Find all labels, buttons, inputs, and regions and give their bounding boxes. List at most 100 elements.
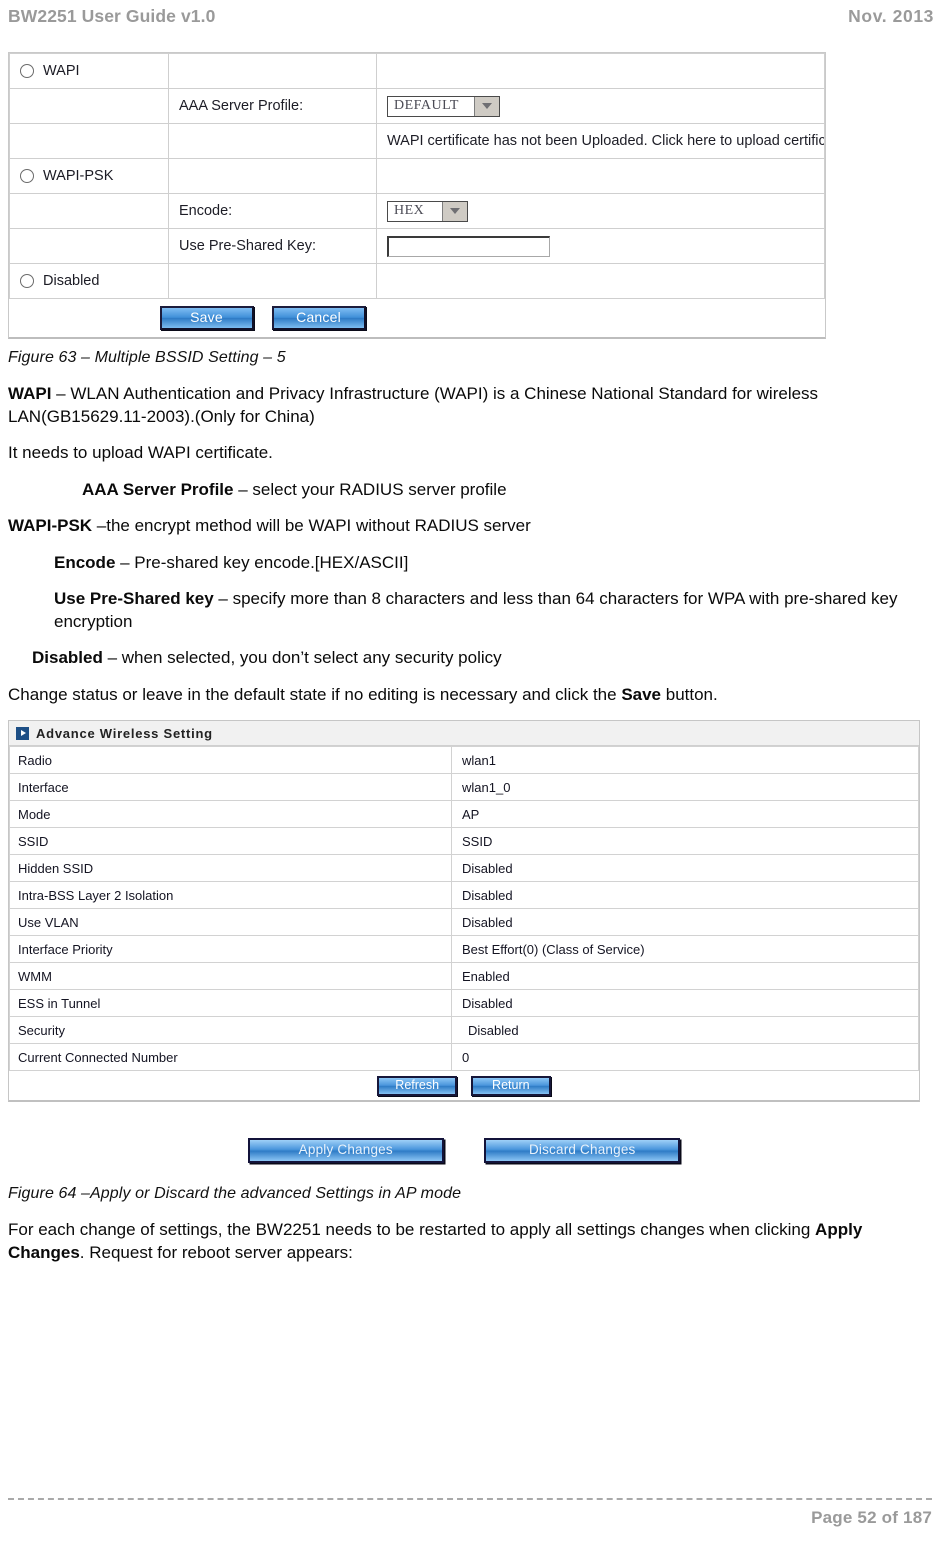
row-key-interface: Interface (9, 773, 452, 801)
term-disabled: Disabled (32, 648, 103, 667)
footer-divider (8, 1498, 932, 1500)
table-row: Mode AP (9, 800, 919, 828)
row-value-intra-bss-isolation: Disabled (451, 881, 919, 909)
closing-post: . Request for reboot server appears: (79, 1242, 353, 1262)
table-row: ESS in Tunnel Disabled (9, 989, 919, 1017)
paragraph-change-status: Change status or leave in the default st… (8, 684, 920, 707)
term-wapi-psk: WAPI-PSK (8, 516, 93, 535)
paragraph-aaa-server-profile: AAA Server Profile – select your RADIUS … (82, 479, 934, 502)
row-key-wmm: WMM (9, 962, 452, 990)
row-key-current-connected-number: Current Connected Number (9, 1043, 452, 1071)
empty-cell (168, 263, 377, 299)
paragraph-pre-shared-key: Use Pre-Shared key – specify more than 8… (54, 588, 934, 633)
apply-discard-button-row: Apply Changes Discard Changes (8, 1138, 920, 1163)
empty-cell (9, 193, 169, 229)
document-date: Nov. 2013 (848, 6, 934, 26)
row-value-current-connected-number: 0 (451, 1043, 919, 1071)
cancel-button[interactable]: Cancel (271, 306, 366, 330)
page-number: Page 52 of 187 (811, 1508, 932, 1527)
row-key-interface-priority: Interface Priority (9, 935, 452, 963)
paragraph-disabled: Disabled – when selected, you don’t sele… (32, 647, 934, 670)
row-value-use-vlan: Disabled (451, 908, 919, 936)
paragraph-wapi-definition: WAPI – WLAN Authentication and Privacy I… (8, 383, 920, 428)
table-row: WMM Enabled (9, 962, 919, 990)
advance-wireless-panel-header: Advance Wireless Setting (9, 721, 919, 746)
row-value-hidden-ssid: Disabled (451, 854, 919, 882)
table-row: Encode: HEX (9, 193, 825, 229)
advance-wireless-button-row: Refresh Return (9, 1070, 919, 1100)
encode-value: HEX (394, 203, 425, 218)
desc-encode: – Pre-shared key encode.[HEX/ASCII] (115, 552, 409, 572)
aaa-server-profile-label: AAA Server Profile: (168, 88, 377, 124)
row-value-wmm: Enabled (451, 962, 919, 990)
table-row: Save Cancel (9, 298, 825, 337)
change-status-save: Save (621, 684, 662, 704)
arrow-right-icon (16, 726, 29, 740)
table-row: Refresh Return (9, 1070, 919, 1100)
discard-changes-button[interactable]: Discard Changes (484, 1138, 681, 1163)
encode-cell: HEX (376, 193, 825, 229)
row-value-radio: wlan1 (451, 746, 919, 774)
chevron-down-icon[interactable] (442, 201, 467, 221)
table-row: Interface Priority Best Effort(0) (Class… (9, 935, 919, 963)
row-value-ess-in-tunnel: Disabled (451, 989, 919, 1017)
table-row: Current Connected Number 0 (9, 1043, 919, 1071)
table-row: WAPI-PSK (9, 158, 825, 194)
row-key-use-vlan: Use VLAN (9, 908, 452, 936)
table-row: WAPI certificate has not been Uploaded. … (9, 123, 825, 159)
aaa-server-profile-value: DEFAULT (394, 98, 459, 113)
return-button[interactable]: Return (470, 1075, 551, 1096)
wapi-settings-screenshot: WAPI AAA Server Profile: DEFAULT WAPI ce… (8, 52, 826, 339)
term-wapi: WAPI (8, 384, 52, 403)
document-title: BW2251 User Guide v1.0 (8, 6, 216, 26)
row-key-ess-in-tunnel: ESS in Tunnel (9, 989, 452, 1017)
save-button[interactable]: Save (159, 306, 254, 330)
empty-cell (376, 263, 825, 299)
radio-button-disabled-icon[interactable] (20, 274, 34, 288)
row-key-hidden-ssid: Hidden SSID (9, 854, 452, 882)
empty-cell (376, 158, 825, 194)
encode-select[interactable]: HEX (387, 200, 468, 222)
wapi-radio-cell[interactable]: WAPI (9, 53, 169, 89)
table-row: Hidden SSID Disabled (9, 854, 919, 882)
row-value-mode: AP (451, 800, 919, 828)
table-row: Use VLAN Disabled (9, 908, 919, 936)
table-row: Disabled (9, 263, 825, 299)
paragraph-wapi-psk: WAPI-PSK –the encrypt method will be WAP… (8, 515, 920, 538)
empty-cell (9, 228, 169, 264)
radio-label-wapi: WAPI (43, 63, 80, 79)
chevron-down-icon[interactable] (474, 96, 499, 116)
advance-wireless-panel-title: Advance Wireless Setting (36, 725, 213, 741)
desc-wapi: – WLAN Authentication and Privacy Infras… (8, 384, 819, 426)
wapi-settings-table: WAPI AAA Server Profile: DEFAULT WAPI ce… (9, 53, 825, 337)
figure-64-caption: Figure 64 –Apply or Discard the advanced… (8, 1185, 462, 1202)
radio-button-wapi-psk-icon[interactable] (20, 169, 34, 183)
row-key-mode: Mode (9, 800, 452, 828)
row-value-interface-priority: Best Effort(0) (Class of Service) (451, 935, 919, 963)
empty-cell (168, 123, 377, 159)
aaa-server-profile-select[interactable]: DEFAULT (387, 95, 500, 117)
row-key-ssid: SSID (9, 827, 452, 855)
table-row: Use Pre-Shared Key: (9, 228, 825, 264)
radio-button-wapi-icon[interactable] (20, 64, 34, 78)
apply-changes-button[interactable]: Apply Changes (247, 1138, 444, 1163)
radio-label-wapi-psk: WAPI-PSK (43, 168, 114, 184)
pre-shared-key-cell (376, 228, 825, 264)
figure-63-caption: Figure 63 – Multiple BSSID Setting – 5 (8, 349, 286, 366)
row-value-interface: wlan1_0 (451, 773, 919, 801)
row-key-intra-bss-isolation: Intra-BSS Layer 2 Isolation (9, 881, 452, 909)
empty-cell (9, 123, 169, 159)
wapi-certificate-notice[interactable]: WAPI certificate has not been Uploaded. … (376, 123, 825, 159)
disabled-radio-cell[interactable]: Disabled (9, 263, 169, 299)
radio-label-disabled: Disabled (43, 273, 100, 289)
refresh-button[interactable]: Refresh (377, 1075, 458, 1096)
term-encode: Encode (54, 552, 116, 572)
pre-shared-key-label: Use Pre-Shared Key: (168, 228, 377, 264)
wapi-psk-radio-cell[interactable]: WAPI-PSK (9, 158, 169, 194)
table-row: WAPI (9, 53, 825, 89)
table-row: Intra-BSS Layer 2 Isolation Disabled (9, 881, 919, 909)
pre-shared-key-input[interactable] (387, 235, 550, 257)
row-key-radio: Radio (9, 746, 452, 774)
table-row: Interface wlan1_0 (9, 773, 919, 801)
desc-aaa-server-profile: – select your RADIUS server profile (233, 479, 507, 499)
